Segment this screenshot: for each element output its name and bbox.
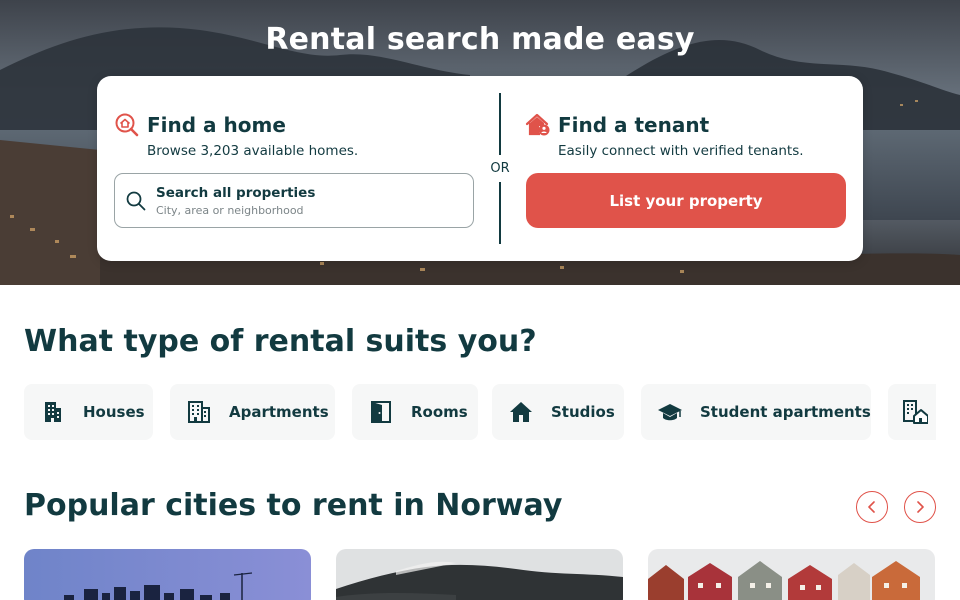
search-icon — [126, 191, 146, 210]
list-property-button[interactable]: List your property — [526, 173, 846, 228]
find-home-title: Find a home — [147, 113, 286, 137]
home-search-icon — [115, 113, 139, 137]
find-home-section: Find a home Browse 3,203 available homes… — [114, 112, 474, 228]
search-label: Search all properties — [156, 184, 316, 201]
rental-type-more[interactable] — [888, 384, 936, 440]
search-input[interactable]: Search all properties City, area or neig… — [114, 173, 474, 228]
rental-type-label: Houses — [83, 403, 145, 421]
divider-line — [499, 93, 501, 155]
city-image — [24, 549, 311, 600]
hero-title: Rental search made easy — [265, 22, 695, 57]
find-tenant-title: Find a tenant — [558, 113, 710, 137]
city-image — [648, 549, 935, 600]
chevron-left-icon — [868, 501, 875, 513]
search-placeholder: City, area or neighborhood — [156, 203, 304, 217]
carousel-prev-button[interactable] — [856, 491, 888, 523]
divider-line — [499, 182, 501, 244]
rental-type-houses[interactable]: Houses — [24, 384, 153, 440]
rental-types-list: Houses Apartments Rooms Studios Student … — [24, 384, 936, 440]
find-tenant-subtitle: Easily connect with verified tenants. — [558, 143, 804, 159]
find-home-subtitle: Browse 3,203 available homes. — [147, 143, 359, 159]
rental-type-label: Studios — [551, 403, 615, 421]
rental-type-rooms[interactable]: Rooms — [352, 384, 478, 440]
door-icon — [371, 401, 391, 423]
rental-type-student-apartments[interactable]: Student apartments — [641, 384, 871, 440]
city-card[interactable] — [336, 549, 623, 600]
building-house-icon — [903, 400, 928, 424]
rental-type-label: Apartments — [229, 403, 329, 421]
graduation-cap-icon — [658, 404, 682, 421]
find-tenant-section: Find a tenant Easily connect with verifi… — [525, 112, 847, 228]
popular-cities-title: Popular cities to rent in Norway — [24, 488, 563, 523]
rental-type-studios[interactable]: Studios — [492, 384, 624, 440]
city-card[interactable] — [648, 549, 935, 600]
apartment-building-icon — [188, 401, 210, 423]
city-image — [336, 549, 623, 600]
rental-type-label: Rooms — [411, 403, 468, 421]
house-icon — [510, 402, 532, 422]
chevron-right-icon — [917, 501, 924, 513]
city-card[interactable] — [24, 549, 311, 600]
search-card: Find a home Browse 3,203 available homes… — [97, 76, 863, 261]
rental-types-title: What type of rental suits you? — [24, 324, 537, 359]
or-label: OR — [490, 161, 510, 176]
rental-type-label: Student apartments — [700, 403, 871, 421]
building-icon — [45, 402, 61, 422]
rental-type-apartments[interactable]: Apartments — [170, 384, 335, 440]
home-person-icon — [525, 113, 550, 136]
carousel-next-button[interactable] — [904, 491, 936, 523]
